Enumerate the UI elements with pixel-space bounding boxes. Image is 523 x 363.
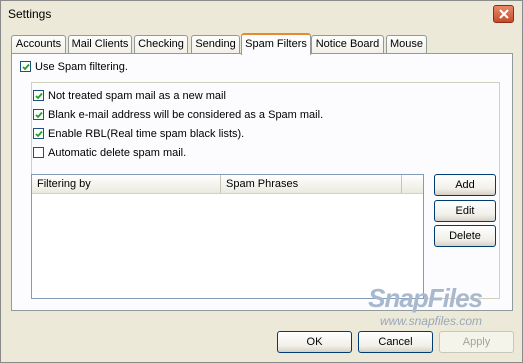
- tab-checking[interactable]: Checking: [134, 35, 188, 54]
- tab-accounts[interactable]: Accounts: [11, 35, 66, 54]
- tab-sending[interactable]: Sending: [191, 35, 240, 54]
- cancel-button[interactable]: Cancel: [358, 331, 433, 353]
- window-title: Settings: [8, 7, 52, 21]
- not-new-mail-label: Not treated spam mail as a new mail: [48, 90, 226, 102]
- watermark-url: www.snapfiles.com: [379, 314, 482, 328]
- not-new-mail-checkbox[interactable]: [33, 90, 44, 101]
- delete-button[interactable]: Delete: [434, 225, 496, 247]
- snapfiles-watermark: SnapFiles www.snapfiles.com: [368, 283, 483, 328]
- enable-rbl-checkbox[interactable]: [33, 128, 44, 139]
- spam-filters-panel: Use Spam filtering. Not treated spam mai…: [11, 53, 513, 311]
- title-bar: Settings: [1, 1, 522, 27]
- tab-spam-filters[interactable]: Spam Filters: [241, 33, 311, 55]
- ok-button[interactable]: OK: [277, 331, 352, 353]
- settings-window: Settings Accounts Mail Clients Checking …: [0, 0, 523, 363]
- list-header: Filtering by Spam Phrases: [32, 175, 423, 194]
- tab-mail-clients[interactable]: Mail Clients: [68, 35, 132, 54]
- auto-delete-checkbox[interactable]: [33, 147, 44, 158]
- check-icon: [35, 130, 43, 138]
- blank-address-label: Blank e-mail address will be considered …: [48, 109, 324, 121]
- watermark-logo: SnapFiles: [368, 283, 483, 313]
- enable-rbl-label: Enable RBL(Real time spam black lists).: [48, 128, 245, 140]
- column-header-filtering-by[interactable]: Filtering by: [32, 175, 221, 193]
- spam-filter-list[interactable]: Filtering by Spam Phrases: [31, 174, 424, 299]
- check-icon: [22, 63, 30, 71]
- close-button[interactable]: [493, 5, 514, 23]
- add-button[interactable]: Add: [434, 174, 496, 196]
- tab-notice-board[interactable]: Notice Board: [311, 35, 384, 54]
- auto-delete-label: Automatic delete spam mail.: [48, 147, 187, 159]
- tab-mouse[interactable]: Mouse: [386, 35, 427, 54]
- check-icon: [35, 92, 43, 100]
- use-spam-filtering-checkbox[interactable]: [20, 61, 31, 72]
- use-spam-filtering-label: Use Spam filtering.: [35, 61, 128, 73]
- check-icon: [35, 111, 43, 119]
- column-header-spam-phrases[interactable]: Spam Phrases: [221, 175, 402, 193]
- close-icon: [499, 9, 509, 19]
- edit-button[interactable]: Edit: [434, 200, 496, 222]
- apply-button[interactable]: Apply: [439, 331, 514, 353]
- blank-address-checkbox[interactable]: [33, 109, 44, 120]
